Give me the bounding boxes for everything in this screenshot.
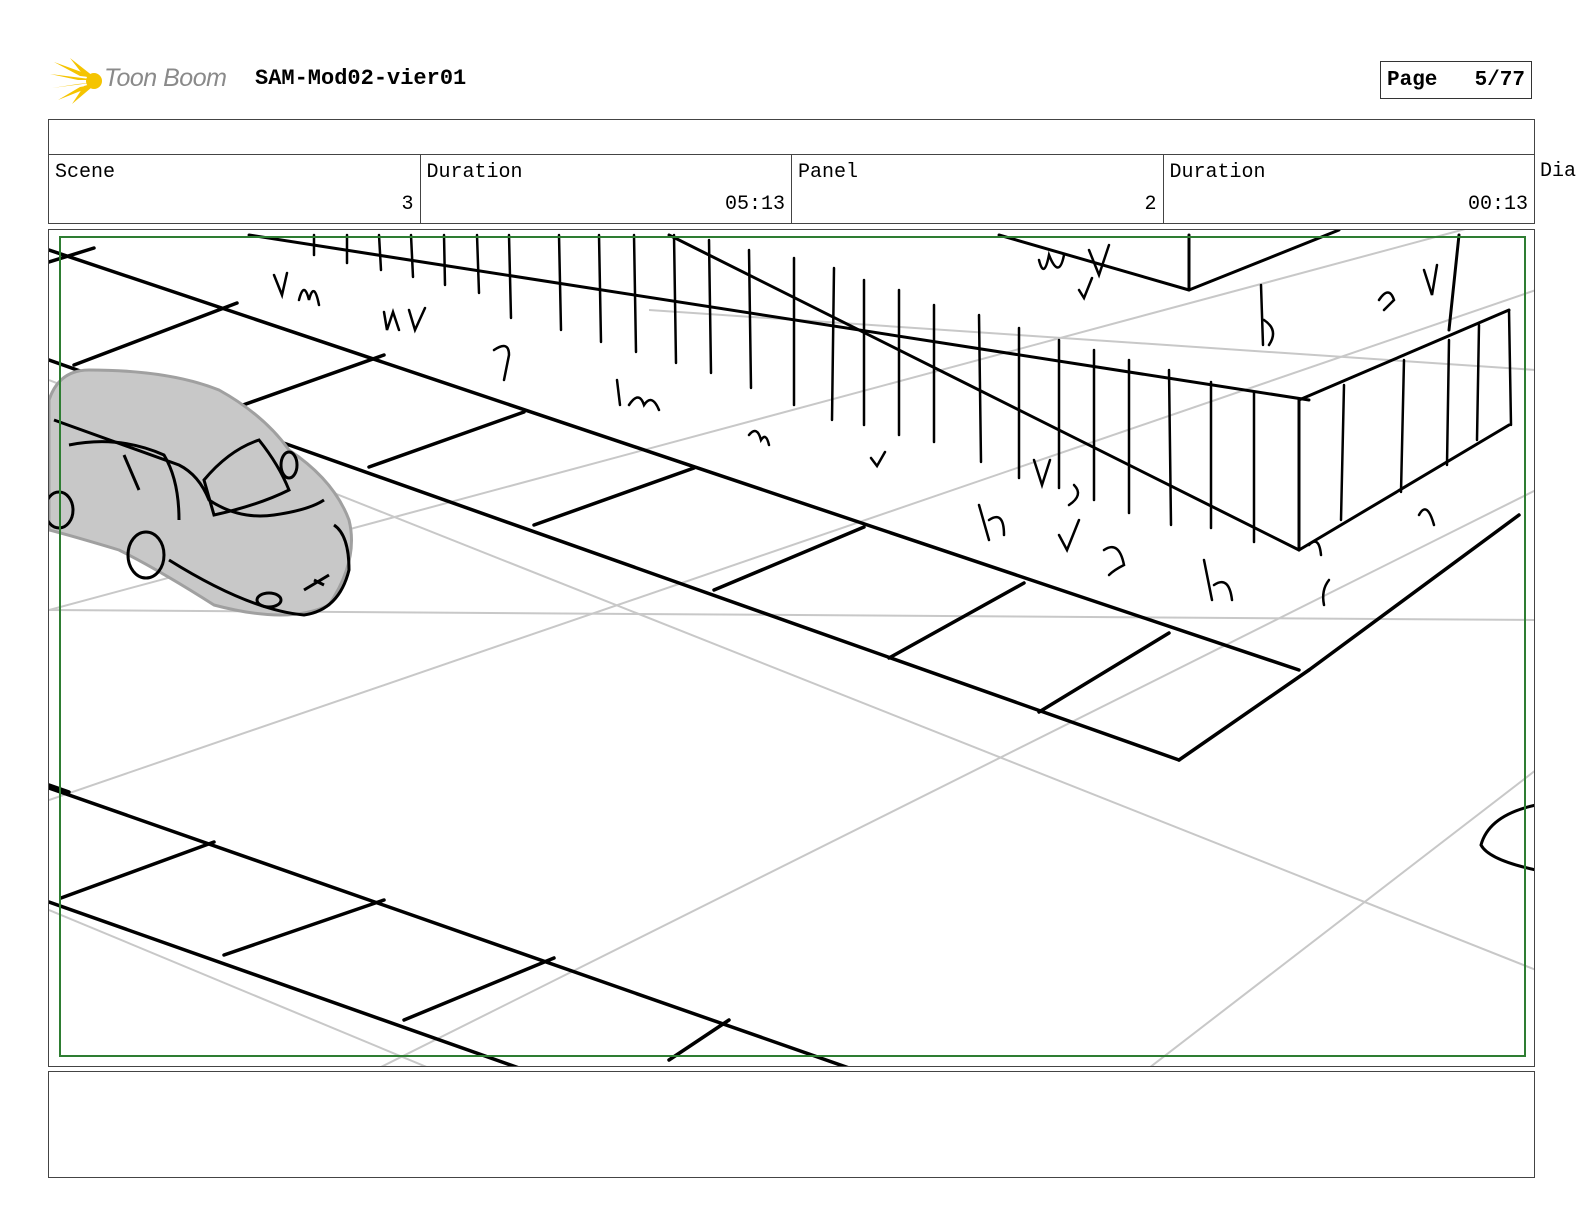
scene-duration-cell: Duration 05:13 xyxy=(421,155,792,223)
panel-duration-label: Duration xyxy=(1169,161,1266,184)
panel-duration-value: 00:13 xyxy=(1467,193,1528,216)
starburst-icon xyxy=(50,58,102,104)
fence-posts xyxy=(312,233,1513,544)
scene-value: 3 xyxy=(401,193,414,216)
safe-frame xyxy=(59,236,1526,1057)
title-bar xyxy=(48,119,1535,155)
page-label: Page xyxy=(1387,68,1438,92)
storyboard-panel xyxy=(48,229,1535,1067)
panel-value: 2 xyxy=(1144,193,1157,216)
fence xyxy=(247,230,1511,552)
panel-label: Panel xyxy=(798,161,859,184)
project-name: SAM-Mod02-vier01 xyxy=(255,66,467,91)
panel-duration-cell: Duration 00:13 xyxy=(1164,155,1535,223)
scene-cell: Scene 3 xyxy=(49,155,421,223)
page-indicator: Page 5/77 xyxy=(1380,61,1532,99)
car-sketch xyxy=(49,368,353,617)
notes-box xyxy=(48,1071,1535,1178)
scene-duration-value: 05:13 xyxy=(724,193,785,216)
scene-duration-label: Duration xyxy=(426,161,523,184)
info-row: Scene 3 Duration 05:13 Panel 2 Duration … xyxy=(48,154,1535,224)
page-number: 5/77 xyxy=(1474,68,1525,92)
partial-object xyxy=(1479,803,1534,872)
scene-label: Scene xyxy=(55,161,116,184)
panel-sketch xyxy=(49,230,1534,1066)
perspective-guides xyxy=(49,230,1534,1066)
toon-boom-logo: Toon Boom xyxy=(50,56,240,106)
dialog-label: Dia xyxy=(1540,160,1577,183)
logo-text: Toon Boom xyxy=(104,64,227,92)
panel-cell: Panel 2 xyxy=(792,155,1164,223)
grass-scribbles xyxy=(272,243,1439,607)
